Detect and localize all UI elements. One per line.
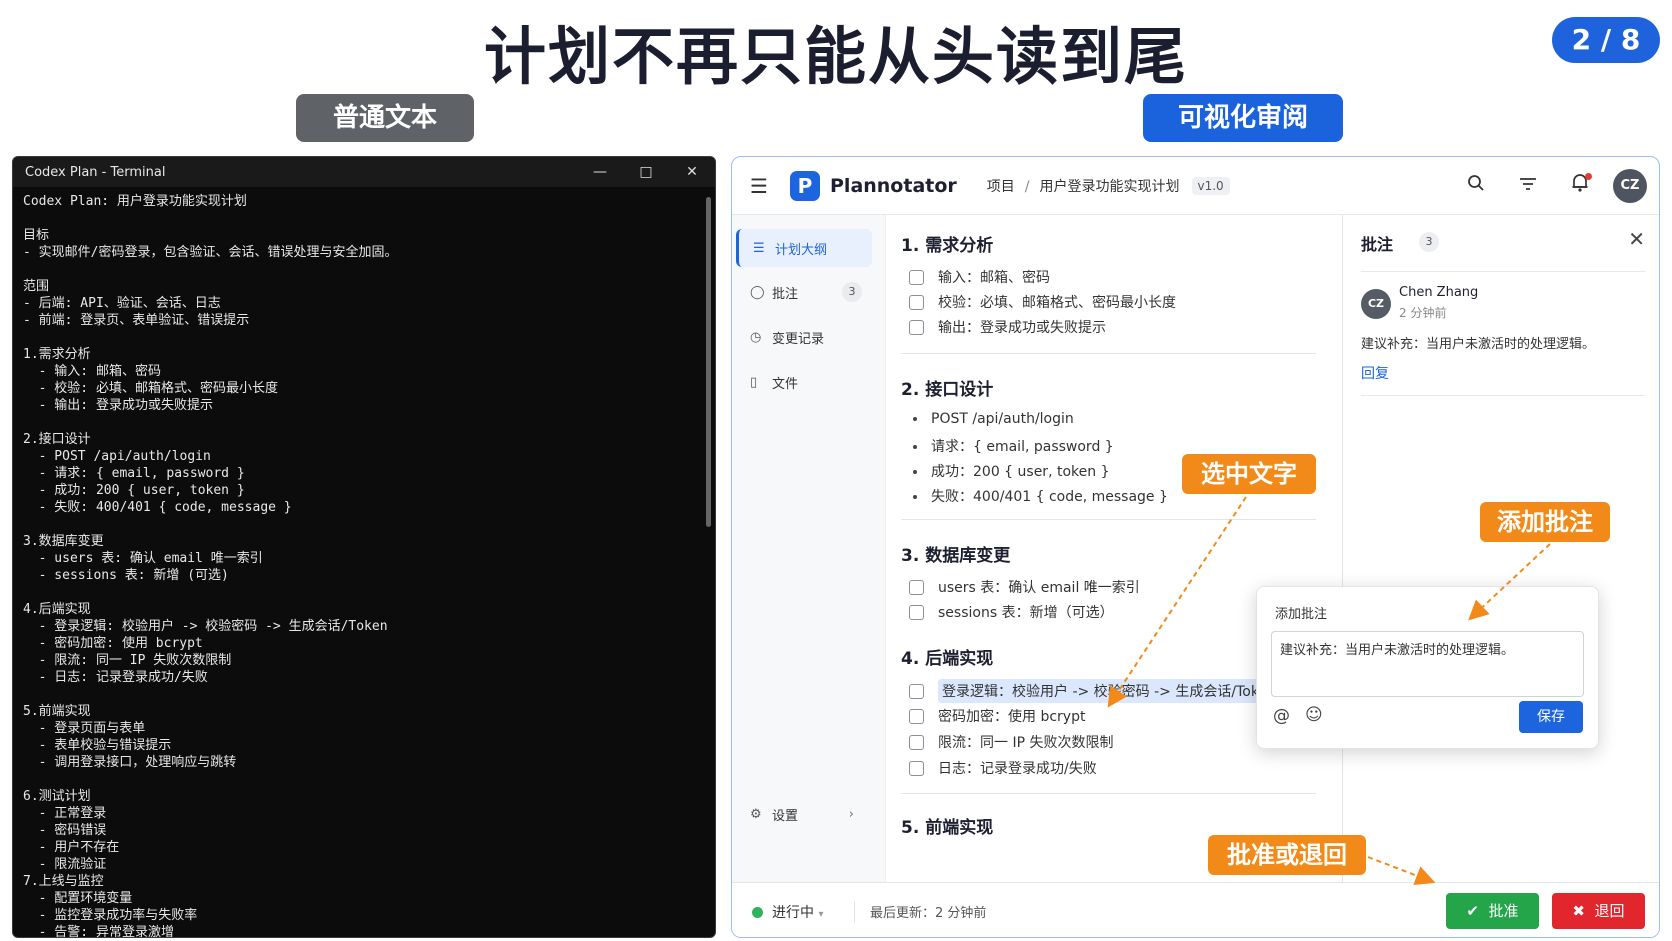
arrow-select <box>1107 496 1247 708</box>
callout-approve-reject: 批准或退回 <box>1208 835 1366 875</box>
callout-select-text: 选中文字 <box>1182 454 1316 494</box>
callout-arrows <box>1107 496 1551 886</box>
arrow-add <box>1468 543 1551 621</box>
arrow-approve <box>1367 856 1436 886</box>
callout-add-comment: 添加批注 <box>1480 502 1610 542</box>
